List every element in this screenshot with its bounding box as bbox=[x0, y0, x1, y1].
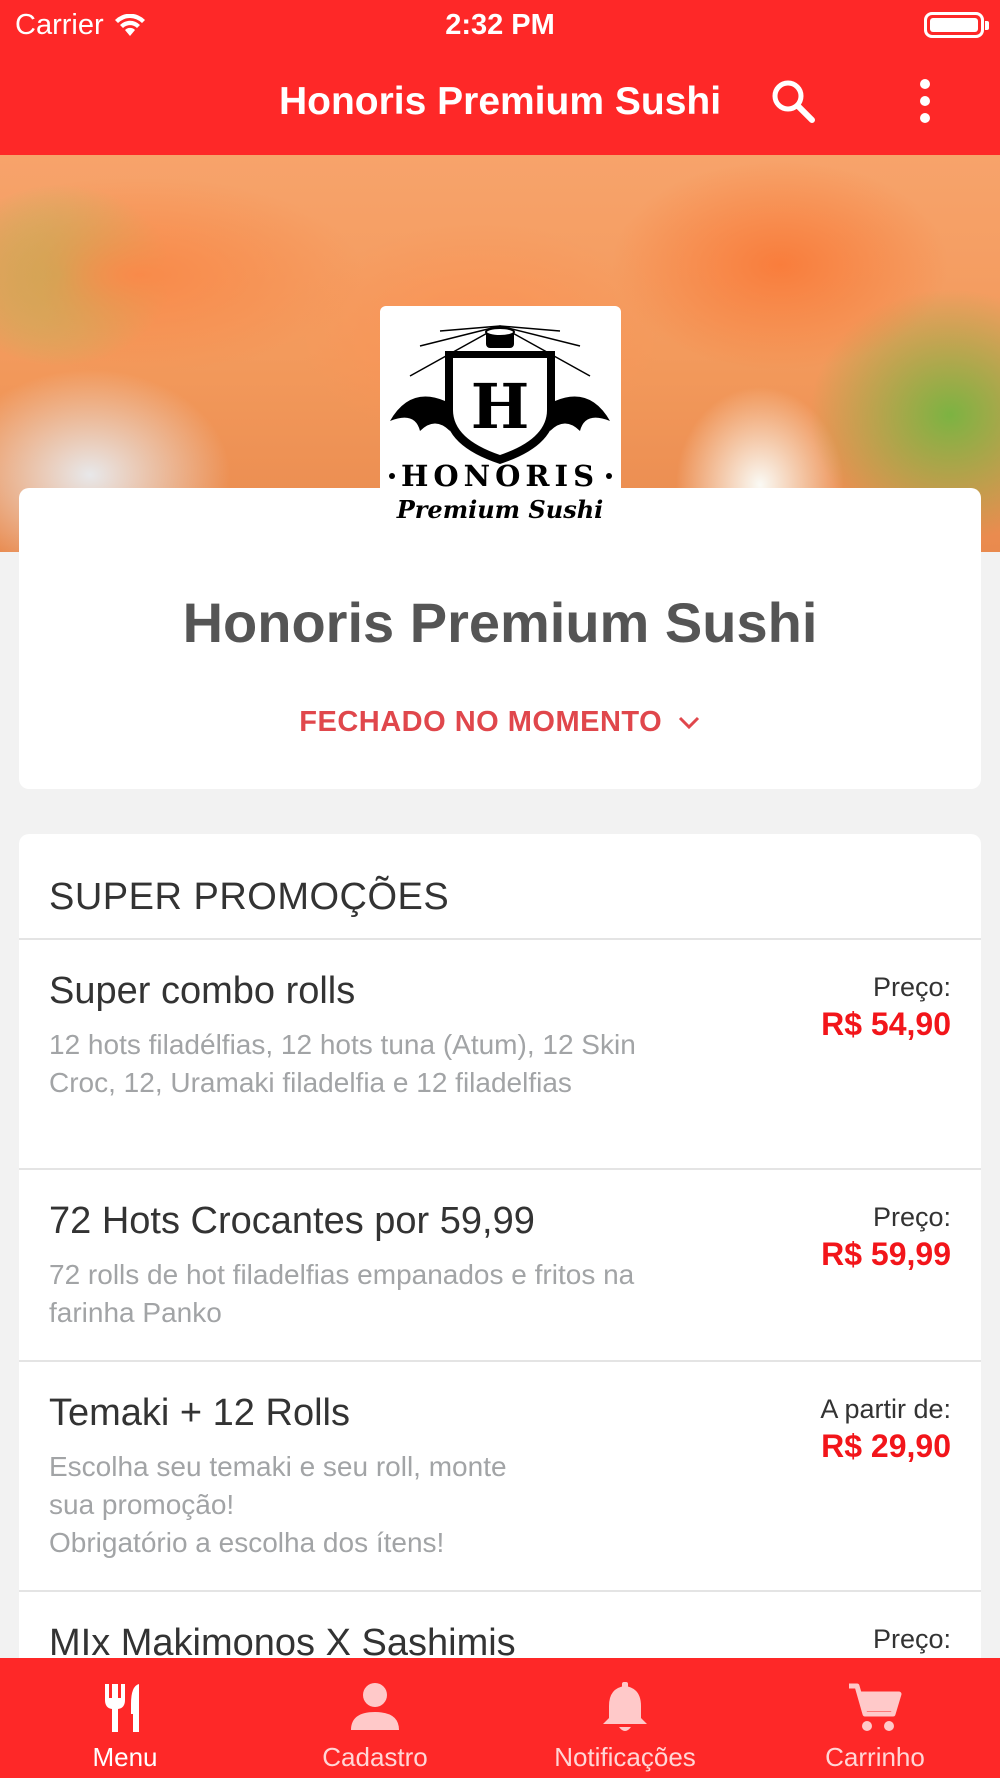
menu-item-price-label: Preço: bbox=[872, 1624, 951, 1654]
menu-item[interactable]: Super combo rolls 12 hots filadélfias, 1… bbox=[19, 938, 981, 1168]
tab-label: Cadastro bbox=[322, 1742, 428, 1772]
restaurant-info-card: Honoris Premium Sushi FECHADO NO MOMENTO bbox=[19, 488, 981, 789]
menu-section-card: SUPER PROMOÇÕES Super combo rolls 12 hot… bbox=[19, 834, 981, 1778]
menu-item-name: 72 Hots Crocantes por 59,99 bbox=[49, 1200, 535, 1242]
menu-item[interactable]: Temaki + 12 Rolls Escolha seu temaki e s… bbox=[19, 1360, 981, 1590]
tab-label: Menu bbox=[92, 1742, 158, 1772]
menu-item-description: 12 hots filadélfias, 12 hots tuna (Atum)… bbox=[49, 1029, 636, 1098]
opening-status-label: FECHADO NO MOMENTO bbox=[299, 706, 663, 738]
fork-knife-icon bbox=[105, 1684, 139, 1732]
svg-text:HONORIS: HONORIS bbox=[401, 459, 599, 493]
search-button[interactable] bbox=[768, 76, 818, 126]
restaurant-logo: H HONORIS Premium Sushi bbox=[380, 306, 621, 530]
restaurant-name: Honoris Premium Sushi bbox=[182, 591, 818, 654]
status-bar: Carrier 2:32 PM bbox=[0, 0, 1000, 50]
menu-item-price-label: Preço: bbox=[872, 972, 951, 1002]
cart-icon bbox=[849, 1683, 902, 1731]
tab-notificacoes[interactable]: Notificações bbox=[500, 1658, 750, 1778]
menu-item-price: R$ 29,90 bbox=[821, 1428, 951, 1464]
honoris-logo-graphic: H HONORIS Premium Sushi bbox=[389, 325, 612, 524]
section-title: SUPER PROMOÇÕES bbox=[49, 876, 450, 918]
tab-menu[interactable]: Menu bbox=[0, 1658, 250, 1778]
battery-icon bbox=[924, 12, 989, 38]
nav-title: Honoris Premium Sushi bbox=[278, 80, 722, 123]
search-icon bbox=[772, 80, 815, 123]
menu-item-name: Temaki + 12 Rolls bbox=[49, 1392, 350, 1434]
tab-cadastro[interactable]: Cadastro bbox=[250, 1658, 500, 1778]
menu-item-description: 72 rolls de hot filadelfias empanados e … bbox=[49, 1259, 635, 1328]
menu-item-price: R$ 59,99 bbox=[821, 1236, 951, 1272]
menu-item-price: R$ 54,90 bbox=[821, 1006, 951, 1042]
chevron-down-icon bbox=[678, 717, 699, 730]
menu-item-price-label: A partir de: bbox=[820, 1394, 951, 1424]
tab-carrinho[interactable]: Carrinho bbox=[750, 1658, 1000, 1778]
menu-item[interactable]: 72 Hots Crocantes por 59,99 72 rolls de … bbox=[19, 1168, 981, 1360]
opening-status-toggle[interactable]: FECHADO NO MOMENTO bbox=[19, 706, 981, 739]
svg-text:H: H bbox=[471, 370, 530, 443]
menu-item-description: Escolha seu temaki e seu roll, monte sua… bbox=[49, 1451, 507, 1558]
bottom-tab-bar: Menu Cadastro Notificações Carrinho bbox=[0, 1658, 1000, 1778]
tab-label: Notificações bbox=[554, 1742, 696, 1772]
svg-text:Premium Sushi: Premium Sushi bbox=[396, 495, 604, 524]
tab-label: Carrinho bbox=[825, 1742, 925, 1772]
menu-item-price-label: Preço: bbox=[872, 1202, 951, 1232]
bell-icon bbox=[603, 1682, 647, 1731]
menu-item-name: Super combo rolls bbox=[49, 970, 356, 1012]
more-options-button[interactable] bbox=[900, 76, 950, 126]
status-time: 2:32 PM bbox=[445, 9, 555, 41]
nav-bar: Honoris Premium Sushi bbox=[0, 50, 1000, 155]
person-icon bbox=[351, 1683, 399, 1730]
more-vertical-icon bbox=[920, 79, 930, 123]
